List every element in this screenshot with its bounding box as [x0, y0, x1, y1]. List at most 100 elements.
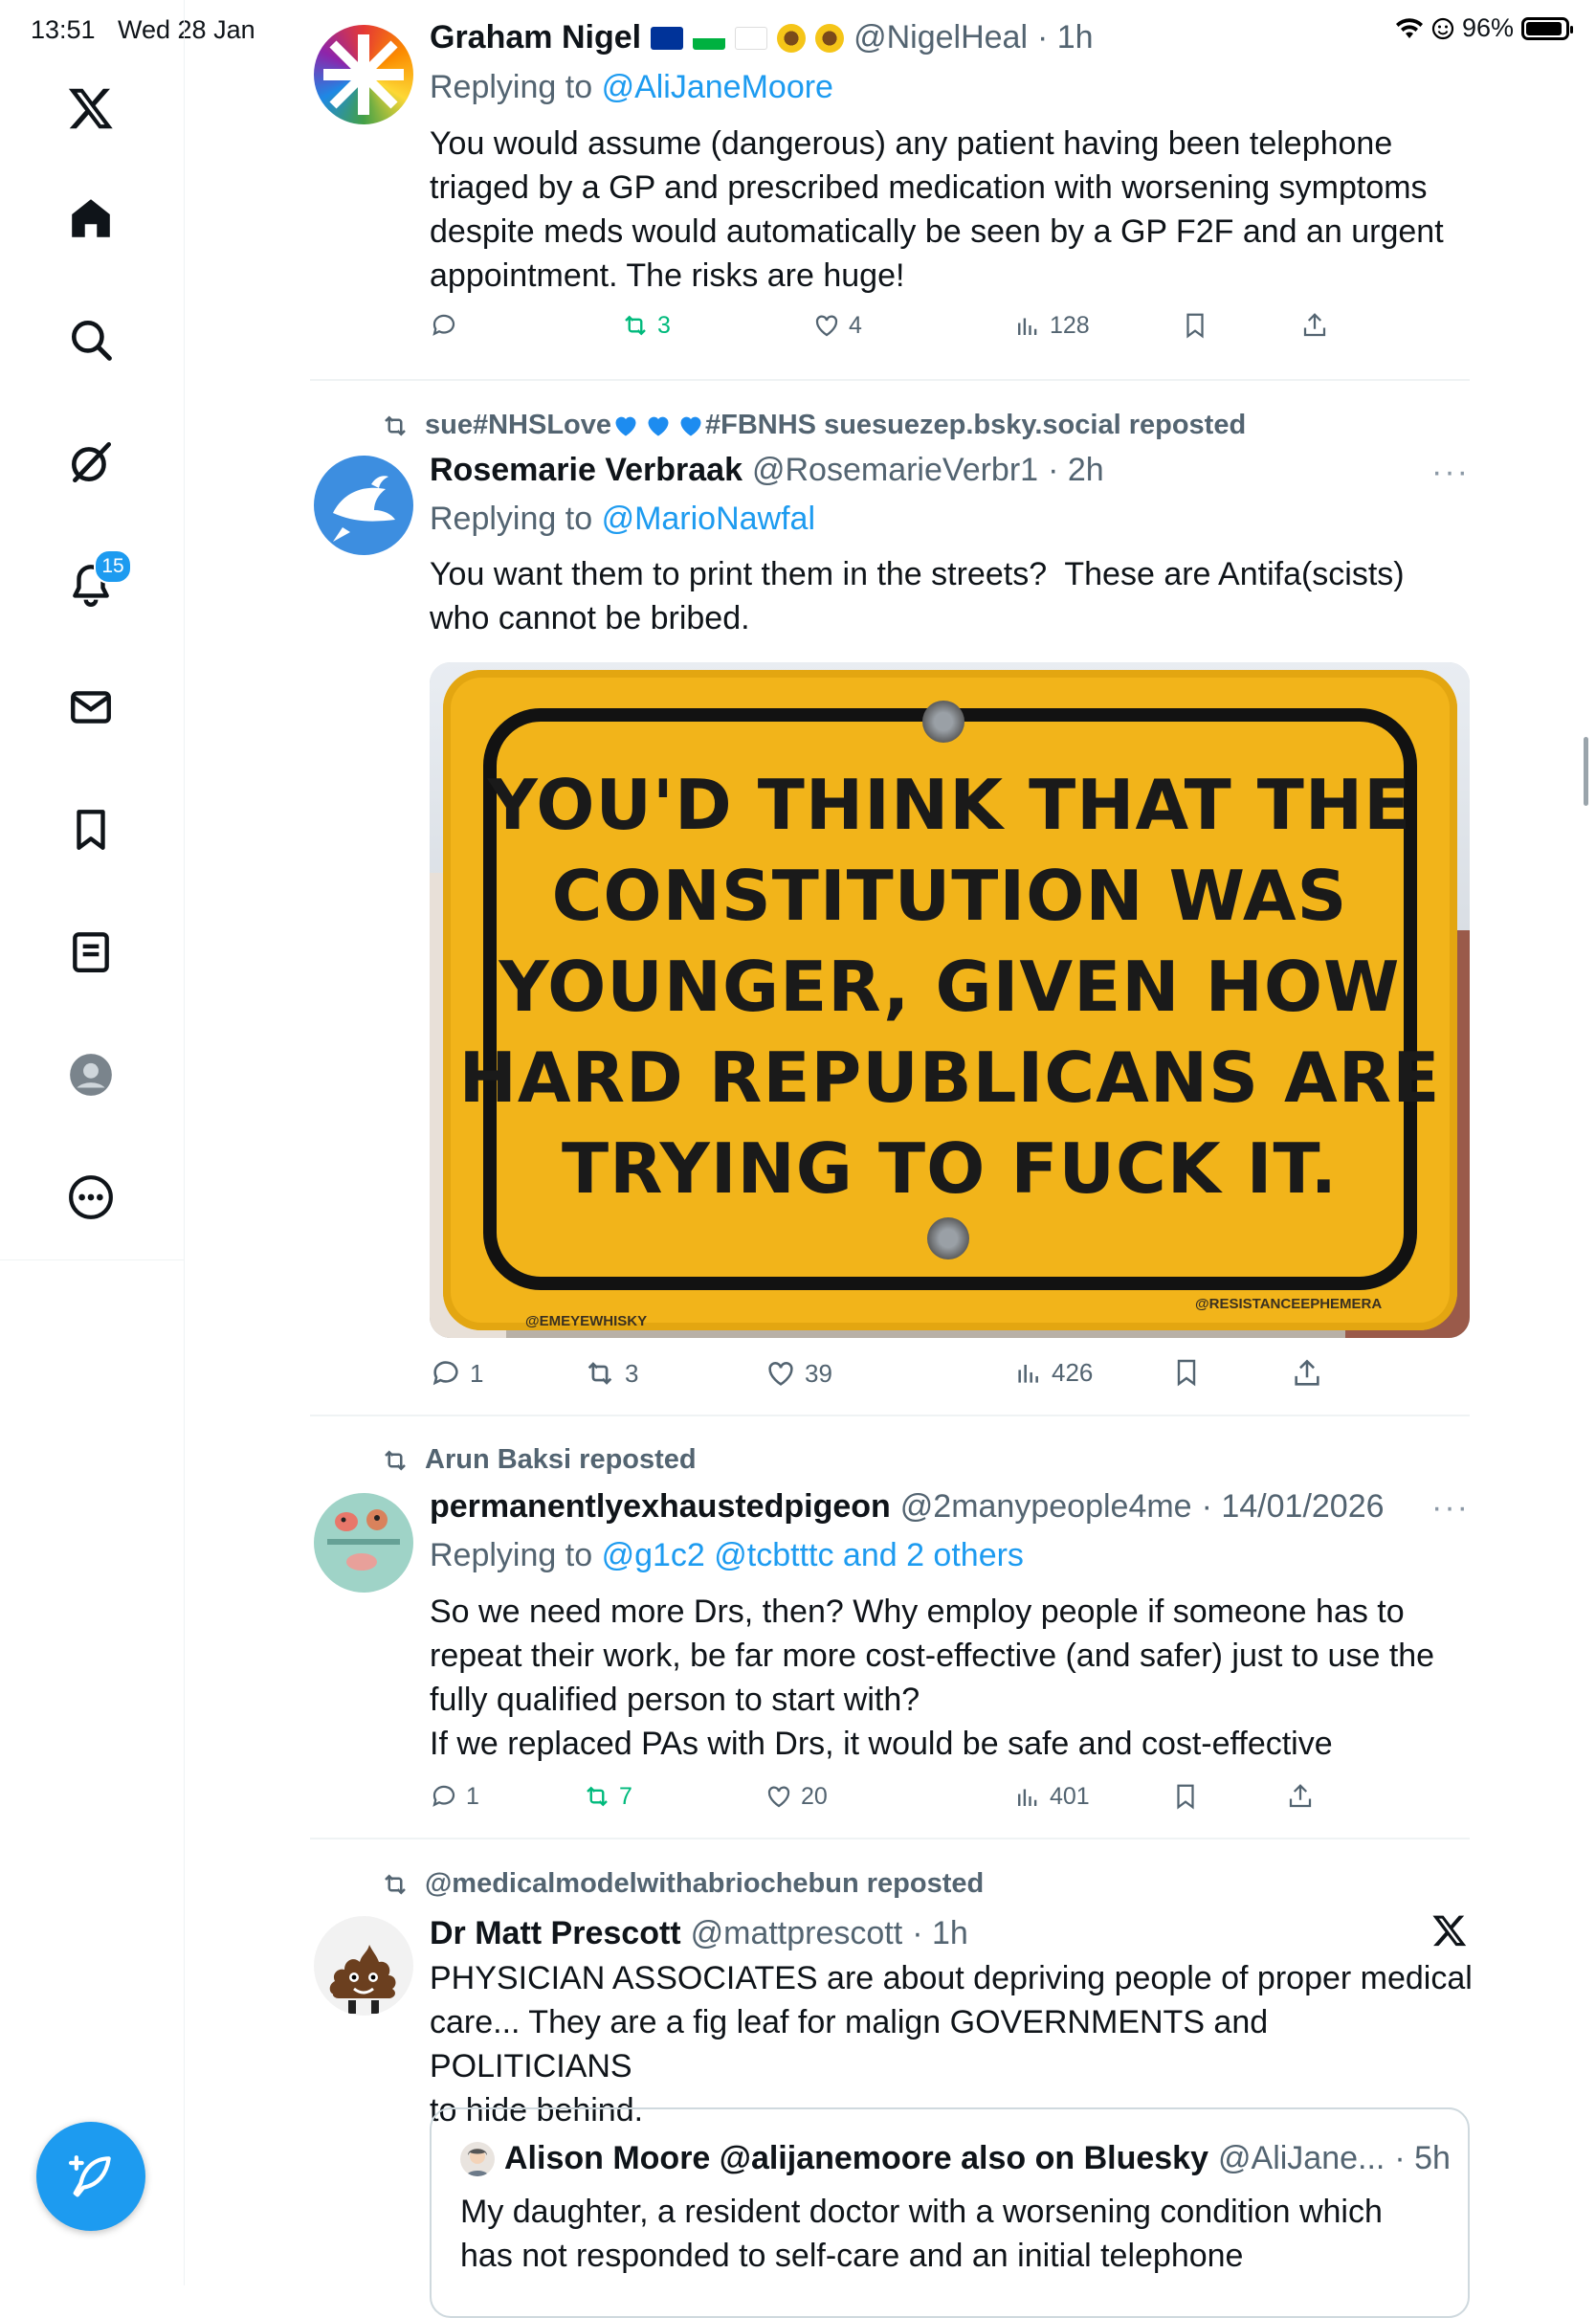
notifications-icon[interactable]: 15	[54, 547, 132, 622]
bookmark-button[interactable]	[1181, 311, 1209, 340]
reply-mention-link[interactable]: @AliJaneMoore	[602, 69, 833, 105]
like-count: 4	[849, 311, 862, 339]
bookmark-button[interactable]	[1171, 1782, 1200, 1811]
reply-mention-link[interactable]: @MarioNawfal	[602, 501, 815, 537]
replying-to: Replying to @MarioNawfal	[430, 501, 815, 538]
wifi-icon	[1395, 17, 1423, 38]
user-handle[interactable]: @mattprescott	[691, 1915, 903, 1952]
replying-prefix: Replying to	[430, 69, 593, 105]
views-button[interactable]: 128	[1013, 311, 1090, 340]
share-button[interactable]	[1291, 1357, 1323, 1390]
bookmarks-icon[interactable]	[54, 792, 128, 867]
retweet-icon	[587, 1786, 608, 1807]
image-credit-left: @EMEYEWHISKY	[525, 1313, 648, 1329]
display-name[interactable]: Dr Matt Prescott	[430, 1915, 681, 1952]
like-button[interactable]: 20	[765, 1782, 828, 1811]
timestamp[interactable]: · 14/01/2026	[1202, 1488, 1385, 1526]
display-name[interactable]: Rosemarie Verbraak	[430, 452, 743, 489]
reply-count: 1	[470, 1358, 484, 1388]
quoted-handle[interactable]: @AliJane...	[1218, 2140, 1385, 2177]
replying-prefix: Replying to	[430, 1537, 593, 1573]
tweet-actions: 1 3 39 426	[430, 1357, 1386, 1395]
bookmark-button[interactable]	[1171, 1357, 1202, 1388]
blue-heart-icon	[615, 417, 636, 436]
reposter-name[interactable]: Arun Baksi reposted	[425, 1444, 697, 1476]
reply-icon	[432, 1361, 458, 1386]
grok-icon[interactable]	[54, 425, 128, 500]
reply-button[interactable]: 1	[430, 1357, 483, 1390]
reply-button[interactable]: 1	[430, 1782, 479, 1811]
retweet-button[interactable]: 3	[621, 311, 671, 340]
reply-button[interactable]	[430, 311, 458, 340]
heart-icon	[815, 315, 838, 337]
retweet-count: 3	[625, 1358, 639, 1388]
bookmark-icon	[1186, 313, 1204, 339]
x-logo-icon	[1431, 1912, 1468, 1953]
user-handle[interactable]: @NigelHeal	[853, 19, 1028, 56]
replying-prefix: Replying to	[430, 501, 593, 537]
reply-count: 1	[466, 1782, 479, 1810]
messages-icon[interactable]	[54, 670, 128, 745]
retweet-count: 3	[657, 311, 671, 339]
more-options-button[interactable]: ···	[1431, 1489, 1470, 1527]
profile-avatar-icon[interactable]	[54, 1037, 128, 1112]
wales-flag-icon	[693, 26, 726, 50]
quoted-tweet[interactable]: Alison Moore @alijanemoore also on Blues…	[430, 2107, 1470, 2318]
share-button[interactable]	[1300, 311, 1329, 340]
share-button[interactable]	[1286, 1782, 1315, 1811]
focus-smiley-icon	[1431, 17, 1454, 39]
timestamp[interactable]: · 2h	[1048, 452, 1104, 489]
blue-heart-icon	[648, 417, 669, 436]
retweet-button[interactable]: 7	[583, 1782, 632, 1811]
search-icon[interactable]	[54, 302, 128, 377]
more-options-button[interactable]: ···	[1431, 454, 1470, 491]
home-icon[interactable]	[54, 181, 128, 256]
views-button[interactable]: 401	[1013, 1782, 1090, 1811]
eu-flag-icon	[651, 26, 684, 50]
compose-post-button[interactable]	[36, 2122, 145, 2231]
avatar[interactable]	[314, 1916, 413, 2016]
tweet-divider	[310, 379, 1470, 381]
reply-icon	[432, 314, 455, 336]
views-icon	[1018, 1789, 1037, 1806]
avatar[interactable]	[314, 1493, 413, 1593]
reply-mention-link[interactable]: @g1c2 @tcbtttc and 2 others	[602, 1537, 1024, 1573]
tweet-header: Rosemarie Verbraak @RosemarieVerbr1 · 2h	[430, 452, 1104, 489]
quoted-tweet-header: Alison Moore @alijanemoore also on Blues…	[460, 2140, 1451, 2177]
x-logo-icon[interactable]	[54, 71, 128, 145]
scrollbar-thumb[interactable]	[1584, 737, 1588, 806]
heart-icon	[767, 1786, 790, 1808]
like-button[interactable]: 39	[765, 1357, 832, 1390]
quoted-timestamp[interactable]: · 5h	[1394, 2140, 1451, 2177]
timestamp[interactable]: · 1h	[912, 1915, 968, 1952]
timestamp[interactable]: · 1h	[1037, 19, 1094, 56]
image-credit-right: @RESISTANCEEPHEMERA	[1195, 1296, 1383, 1312]
view-count: 401	[1050, 1782, 1090, 1810]
tweet-text: So we need more Drs, then? Why employ pe…	[430, 1594, 1435, 1762]
user-handle[interactable]: @2manypeople4me	[900, 1488, 1192, 1526]
reposter-name[interactable]: sue#NHSLove	[425, 410, 611, 440]
tweet-divider	[310, 1415, 1470, 1416]
like-button[interactable]: 4	[812, 311, 862, 340]
user-handle[interactable]: @RosemarieVerbr1	[752, 452, 1038, 489]
retweet-button[interactable]: 3	[583, 1357, 638, 1390]
display-name[interactable]: Graham Nigel	[430, 19, 641, 56]
reposter-name[interactable]: @medicalmodelwithabriochebun reposted	[425, 1868, 984, 1900]
display-name[interactable]: permanentlyexhaustedpigeon	[430, 1488, 891, 1526]
cyprus-flag-icon	[735, 26, 768, 50]
lists-icon[interactable]	[54, 915, 128, 990]
more-options-icon[interactable]	[54, 1160, 128, 1235]
status-right: 96%	[1395, 13, 1573, 43]
blue-hearts	[611, 412, 705, 439]
views-button[interactable]: 426	[1013, 1357, 1093, 1388]
like-count: 39	[805, 1358, 832, 1388]
quoted-tweet-text: My daughter, a resident doctor with a wo…	[460, 2194, 1383, 2274]
avatar[interactable]	[314, 25, 413, 124]
avatar[interactable]	[314, 456, 413, 555]
quoted-display-name[interactable]: Alison Moore @alijanemoore also on Blues…	[504, 2140, 1208, 2177]
retweet-icon	[587, 1362, 612, 1385]
quoted-avatar[interactable]	[460, 2141, 495, 2176]
retweet-icon	[385, 1873, 406, 1895]
like-count: 20	[801, 1782, 828, 1810]
tweet-image[interactable]: YOU'D THINK THAT THE CONSTITUTION WAS YO…	[430, 662, 1470, 1338]
